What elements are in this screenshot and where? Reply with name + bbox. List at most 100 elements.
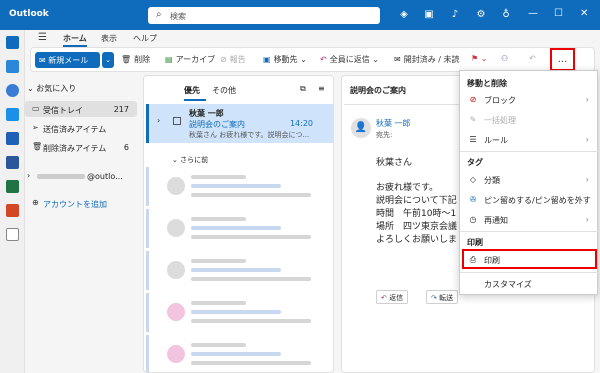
filter-icon[interactable]: ≡ (318, 84, 325, 93)
todo-icon[interactable] (6, 108, 19, 121)
tab-help[interactable]: ヘルプ (133, 33, 157, 44)
list-item-blurred[interactable] (146, 209, 333, 248)
people-icon[interactable] (6, 84, 19, 97)
notes-icon[interactable]: ▣ (422, 9, 436, 20)
minimize-icon[interactable]: — (528, 8, 538, 19)
menu-label: ピン留めする/ピン留めを外す (484, 196, 591, 205)
title-bar: Outlook ⌕ 検索 ◈ ▣ ♪ ⚙ ♁ — ☐ ✕ (0, 0, 600, 30)
chevron-right-icon: › (585, 215, 589, 224)
tab-other[interactable]: その他 (212, 85, 236, 96)
menu-section-print: 印刷 (467, 238, 483, 247)
hamburger-icon[interactable]: ☰ (38, 32, 47, 43)
select-icon[interactable]: ⧉ (300, 84, 306, 94)
body-line: 説明会について下記 (376, 196, 457, 206)
groups-button[interactable]: ⚇ (501, 54, 508, 63)
clock-icon: ◷ (469, 215, 477, 224)
avatar (167, 219, 185, 237)
account-folder[interactable]: › @outlo... (25, 168, 137, 184)
menu-label: ブロック (484, 96, 516, 105)
app-rail (0, 30, 25, 373)
folder-sent[interactable]: ➢ 送信済みアイテム (25, 120, 137, 136)
menu-label: 一括処理 (484, 116, 516, 125)
onedrive-icon[interactable] (6, 132, 19, 145)
maximize-icon[interactable]: ☐ (554, 8, 563, 19)
message-subject: 説明会のご案内 (189, 120, 245, 129)
avatar (167, 177, 185, 195)
undo-button[interactable]: ↶ (529, 54, 536, 63)
undo-icon: ↶ (529, 54, 536, 63)
more-options-button[interactable]: ... (550, 48, 575, 71)
reply-all-icon: ↶ (320, 55, 327, 64)
word-icon[interactable] (6, 156, 19, 169)
apps-icon[interactable] (6, 228, 19, 241)
reading-subject: 説明会のご案内 (350, 86, 406, 95)
blur-line (191, 352, 281, 356)
trash-icon: 🗑 (121, 55, 132, 64)
avatar (167, 303, 185, 321)
reading-from[interactable]: 秋葉 一郎 (376, 118, 411, 129)
new-mail-button[interactable]: ✉ 新規メール (35, 52, 100, 68)
add-account-label: アカウントを追加 (43, 200, 107, 209)
reply-all-button[interactable]: ↶ 全員に返信 ⌄ (320, 54, 379, 65)
folder-inbox[interactable]: ▭ 受信トレイ 217 (25, 101, 137, 117)
blur-line (191, 277, 311, 281)
blur-line (191, 184, 281, 188)
ribbon: ✉ 新規メール ⌄ 🗑 削除 ▤ アーカイブ ⊘ 報告 ▣ 移動先 ⌄ ↶ 全員に返信 ⌄… (30, 47, 595, 72)
reply-icon: ↶ (381, 294, 390, 302)
report-icon: ⊘ (220, 55, 227, 64)
avatar (167, 261, 185, 279)
excel-icon[interactable] (6, 180, 19, 193)
gear-icon[interactable]: ⚙ (474, 9, 488, 20)
favorites-header[interactable]: ⌄ お気に入り (27, 83, 76, 94)
chevron-right-icon: › (585, 135, 589, 144)
archive-icon: ▤ (165, 55, 173, 64)
archive-button[interactable]: ▤ アーカイブ (165, 54, 215, 65)
reply-button[interactable]: ↶ 返信 (376, 290, 409, 304)
blur-line (191, 319, 311, 323)
folder-deleted[interactable]: 🗑 削除済みアイテム 6 (25, 139, 137, 155)
archive-label: アーカイブ (175, 55, 216, 64)
forward-icon: ↷ (431, 294, 440, 302)
move-button[interactable]: ▣ 移動先 ⌄ (263, 54, 307, 65)
delete-button[interactable]: 🗑 削除 (121, 54, 150, 65)
reply-label: 返信 (389, 294, 404, 302)
mail-icon[interactable] (6, 36, 19, 49)
menu-label: カスタマイズ (484, 280, 532, 289)
favorites-label: お気に入り (36, 84, 77, 93)
blur-line (191, 310, 281, 314)
list-item-blurred[interactable] (146, 293, 333, 332)
tab-focused[interactable]: 優先 (184, 85, 200, 96)
folder-label: 送信済みアイテム (43, 125, 107, 134)
close-icon[interactable]: ✕ (580, 8, 588, 19)
report-button[interactable]: ⊘ 報告 (220, 54, 246, 65)
add-account-link[interactable]: ⊕ アカウントを追加 (25, 195, 137, 211)
flag-icon: ⚑ (471, 54, 479, 63)
forward-button[interactable]: ↷ 転送 (426, 290, 459, 304)
folder-count: 6 (123, 143, 129, 152)
menu-divider (460, 231, 599, 232)
tab-view[interactable]: 表示 (101, 33, 117, 44)
teams-icon[interactable]: ◈ (397, 9, 411, 20)
read-unread-button[interactable]: ✉ 開封済み / 未読 (394, 54, 459, 65)
read-unread-label: 開封済み / 未読 (403, 55, 460, 64)
section-earlier[interactable]: ⌄ さらに前 (172, 155, 208, 165)
menu-divider (460, 272, 599, 273)
block-icon: ⊘ (469, 95, 477, 104)
flag-button[interactable]: ⚑ ⌄ (471, 54, 487, 63)
tab-home[interactable]: ホーム (63, 33, 87, 47)
lightbulb-icon[interactable]: ♁ (499, 9, 513, 20)
new-mail-label: 新規メール (48, 56, 89, 65)
list-item-blurred[interactable] (146, 251, 333, 290)
blur-line (191, 193, 311, 197)
message-item-selected[interactable]: › 秋葉 一郎 説明会のご案内 14:20 秋葉さん お疲れ様です。説明会につ.… (146, 104, 333, 143)
message-checkbox[interactable] (173, 117, 181, 125)
list-item-blurred[interactable] (146, 335, 333, 372)
list-item-blurred[interactable] (146, 167, 333, 206)
new-mail-dropdown[interactable]: ⌄ (102, 52, 114, 68)
calendar-icon[interactable] (6, 60, 19, 73)
powerpoint-icon[interactable] (6, 204, 19, 217)
search-box[interactable]: ⌕ 検索 (148, 7, 380, 24)
bell-icon[interactable]: ♪ (448, 9, 462, 20)
blur-line (191, 301, 246, 305)
menu-section-move: 移動と削除 (467, 79, 507, 88)
